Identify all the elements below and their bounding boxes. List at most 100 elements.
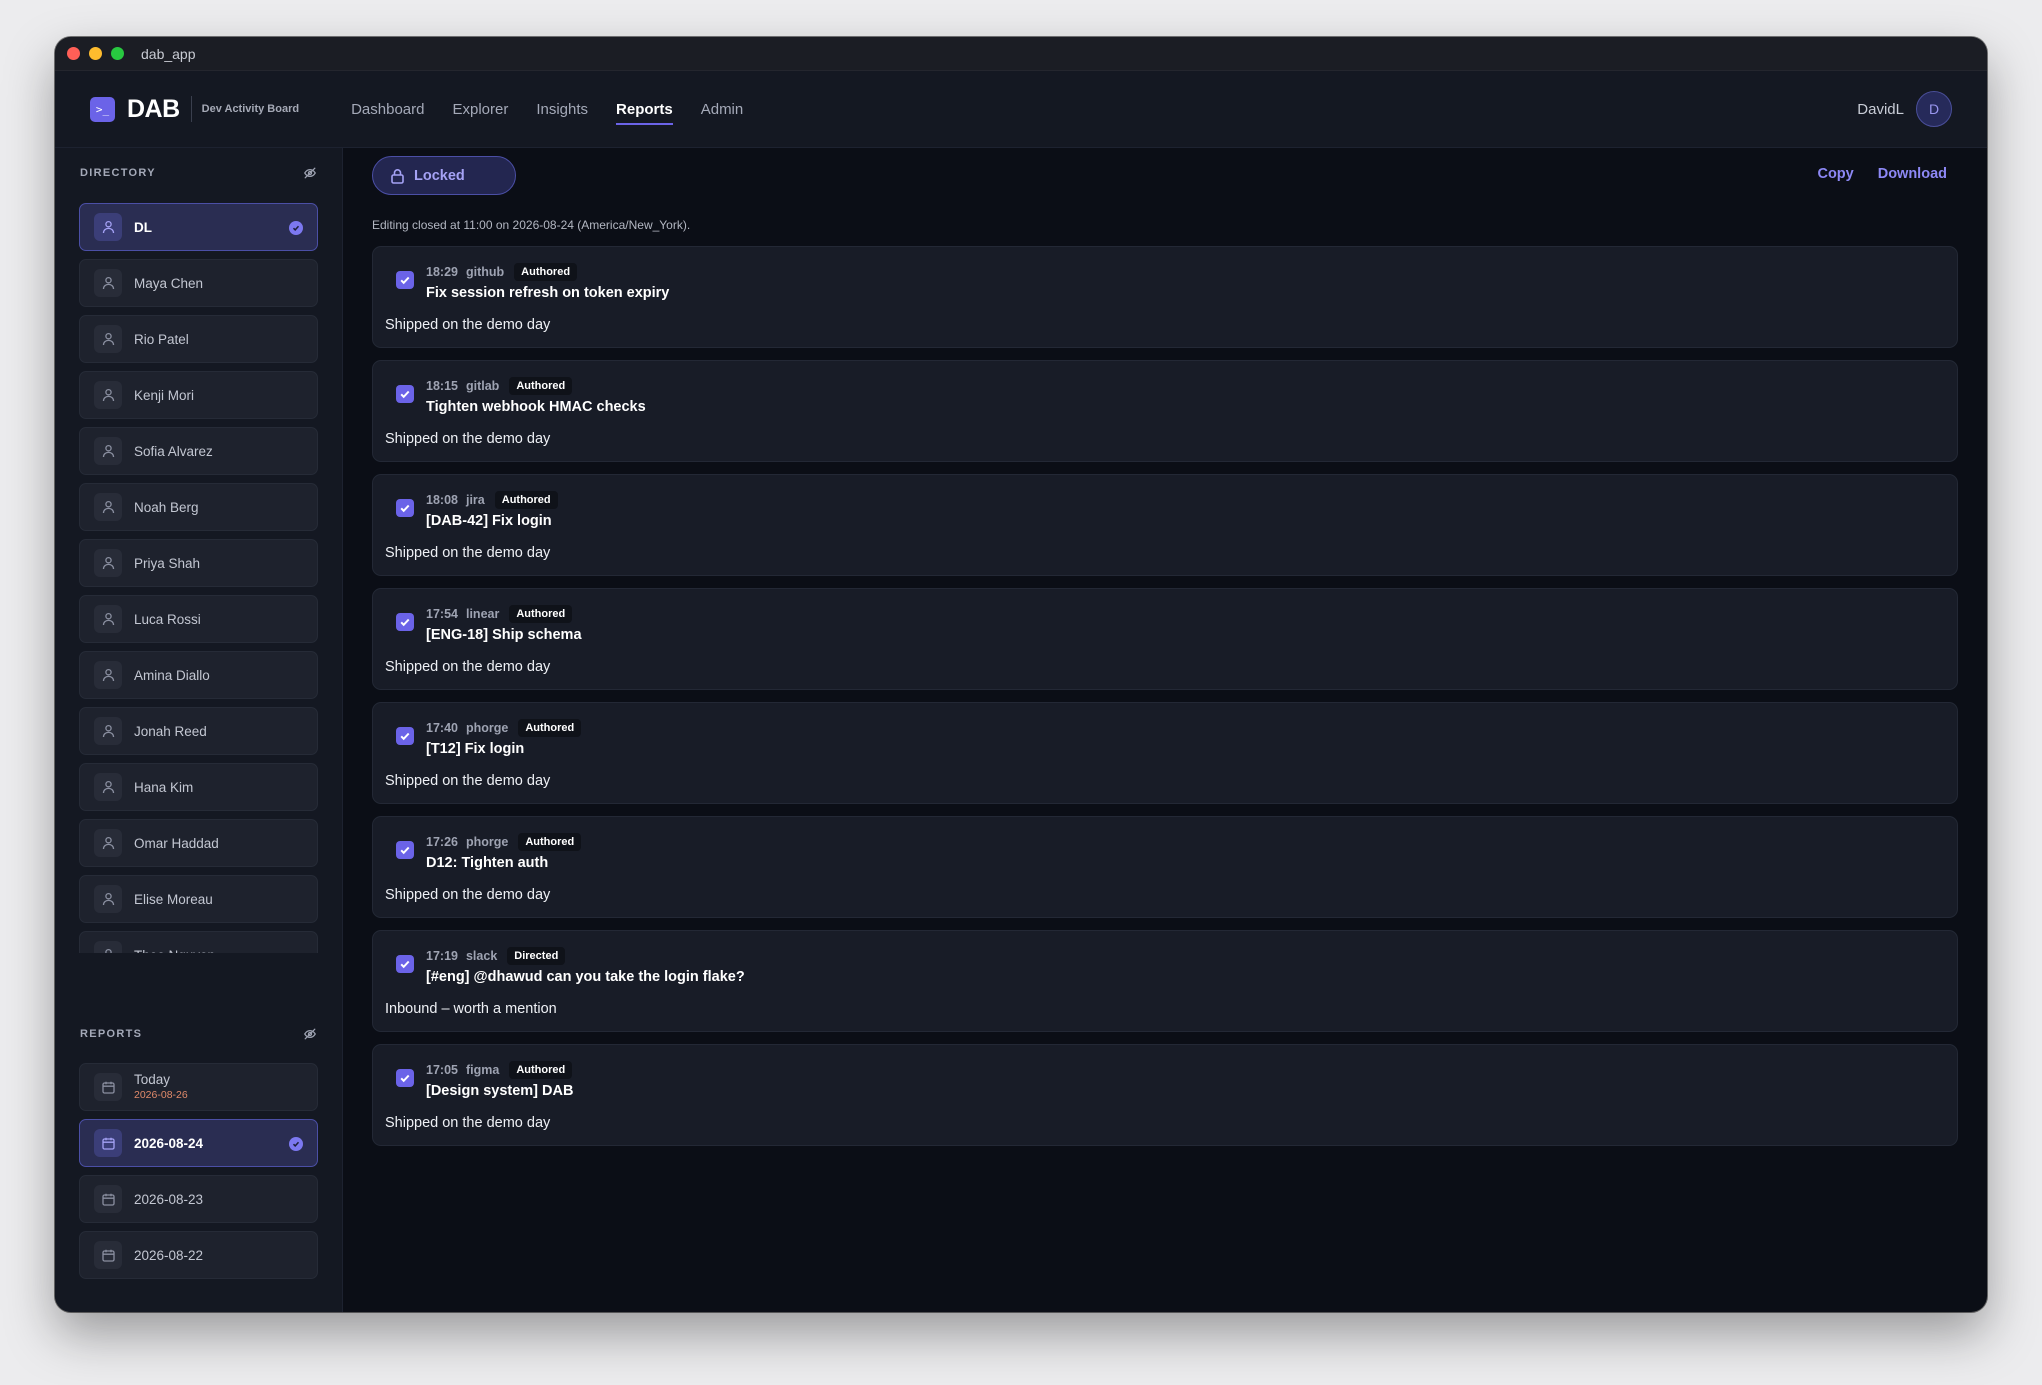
person-icon xyxy=(102,724,114,738)
entry-meta: 18:15 gitlab Authored xyxy=(426,377,573,395)
logo-divider xyxy=(190,96,192,122)
directory-item[interactable]: Hana Kim xyxy=(79,763,318,811)
nav-dashboard[interactable]: Dashboard xyxy=(351,95,424,124)
person-icon xyxy=(102,668,114,682)
entry-source: github xyxy=(465,265,505,279)
directory-item[interactable]: Luca Rossi xyxy=(79,595,318,643)
zoom-window-button[interactable] xyxy=(111,47,124,60)
download-button[interactable]: Download xyxy=(1878,166,1947,182)
person-icon xyxy=(102,556,114,570)
nav-admin[interactable]: Admin xyxy=(701,95,744,124)
entry-title: D12: Tighten auth xyxy=(426,855,549,871)
directory-item-label: Priya Shah xyxy=(134,555,201,571)
entry-checkbox[interactable] xyxy=(396,271,414,289)
directory-item[interactable]: Elise Moreau xyxy=(79,875,318,923)
entry-time: 17:54 xyxy=(426,607,458,621)
entry-card: 17:40 phorge Authored [T12] Fix login Shippe… xyxy=(372,702,1958,804)
entry-title: [DAB-42] Fix login xyxy=(426,513,552,529)
entry-time: 17:40 xyxy=(426,721,458,735)
directory-item-label: Noah Berg xyxy=(134,499,199,515)
nav-explorer[interactable]: Explorer xyxy=(452,95,508,124)
directory-item[interactable]: Maya Chen xyxy=(79,259,318,307)
entry-checkbox[interactable] xyxy=(396,841,414,859)
person-icon xyxy=(102,612,114,626)
report-item-label: 2026-08-24 xyxy=(134,1136,203,1151)
directory-item[interactable]: Omar Haddad xyxy=(79,819,318,867)
check-icon xyxy=(400,618,410,627)
report-panel: Locked Copy Download Editing closed at 1… xyxy=(343,148,1987,1312)
logo-subtitle: Dev Activity Board xyxy=(201,103,300,115)
entry-checkbox[interactable] xyxy=(396,727,414,745)
directory-item-label: Kenji Mori xyxy=(134,387,195,403)
directory-item[interactable]: Priya Shah xyxy=(79,539,318,587)
directory-item[interactable]: Sofia Alvarez xyxy=(79,427,318,475)
entry-badge: Authored xyxy=(518,833,582,851)
entry-list: 18:29 github Authored Fix session refresh o… xyxy=(372,246,1958,1158)
directory-item-label: Sofia Alvarez xyxy=(134,443,213,459)
calendar-icon xyxy=(101,1081,115,1094)
entry-title: [#eng] @dhawud can you take the login fl… xyxy=(426,969,745,985)
entry-card: 17:19 slack Directed [#eng] @dhawud can you… xyxy=(372,930,1958,1032)
app-header: >_ DAB Dev Activity Board Dashboard Explo… xyxy=(55,71,1987,148)
lock-icon xyxy=(391,168,404,184)
reports-list: Today 2026-08-26 2026-08-24 2026-08-23 2026-… xyxy=(79,1063,318,1287)
selected-check-icon xyxy=(289,221,303,235)
person-icon-wrap xyxy=(94,829,122,857)
main-nav: Dashboard Explorer Insights Reports Admin xyxy=(351,95,744,125)
check-icon xyxy=(400,732,410,741)
directory-item[interactable]: Theo Nguyen xyxy=(79,931,318,953)
entry-source: slack xyxy=(465,949,498,963)
calendar-icon-wrap xyxy=(94,1241,122,1269)
directory-item-label: Maya Chen xyxy=(134,275,204,291)
check-icon xyxy=(400,390,410,399)
minimize-window-button[interactable] xyxy=(89,47,102,60)
user-menu[interactable]: DavidL D xyxy=(1857,91,1952,127)
window-title: dab_app xyxy=(141,45,196,62)
directory-item[interactable]: DL xyxy=(79,203,318,251)
directory-item[interactable]: Amina Diallo xyxy=(79,651,318,699)
report-item[interactable]: 2026-08-23 xyxy=(79,1175,318,1223)
directory-item[interactable]: Rio Patel xyxy=(79,315,318,363)
entry-checkbox[interactable] xyxy=(396,499,414,517)
directory-item[interactable]: Jonah Reed xyxy=(79,707,318,755)
entry-checkbox[interactable] xyxy=(396,1069,414,1087)
logo-text: DAB xyxy=(127,94,180,123)
check-icon xyxy=(292,225,300,231)
report-item[interactable]: Today 2026-08-26 xyxy=(79,1063,318,1111)
calendar-icon xyxy=(101,1249,115,1262)
person-icon xyxy=(102,220,114,234)
directory-item-label: Rio Patel xyxy=(134,331,189,347)
entry-source: phorge xyxy=(465,835,509,849)
locked-button[interactable]: Locked xyxy=(372,156,516,195)
entry-badge: Directed xyxy=(507,947,566,965)
avatar[interactable]: D xyxy=(1916,91,1952,127)
person-icon xyxy=(102,780,114,794)
entry-checkbox[interactable] xyxy=(396,613,414,631)
nav-reports[interactable]: Reports xyxy=(616,95,673,125)
eye-off-icon[interactable] xyxy=(303,166,317,180)
calendar-icon-wrap xyxy=(94,1073,122,1101)
report-label: Today xyxy=(134,1072,171,1087)
entry-meta: 17:05 figma Authored xyxy=(426,1061,573,1079)
person-icon xyxy=(102,276,114,290)
entry-badge: Authored xyxy=(509,1061,573,1079)
entry-title: Fix session refresh on token expiry xyxy=(426,285,670,301)
entry-checkbox[interactable] xyxy=(396,955,414,973)
entry-note: Shipped on the demo day xyxy=(385,659,551,675)
copy-button[interactable]: Copy xyxy=(1817,166,1853,182)
reports-title: REPORTS xyxy=(80,1028,143,1040)
report-item[interactable]: 2026-08-24 xyxy=(79,1119,318,1167)
person-icon xyxy=(102,332,114,346)
directory-item[interactable]: Kenji Mori xyxy=(79,371,318,419)
directory-item-label: Luca Rossi xyxy=(134,611,201,627)
entry-time: 18:08 xyxy=(426,493,458,507)
directory-item[interactable]: Noah Berg xyxy=(79,483,318,531)
entry-note: Shipped on the demo day xyxy=(385,545,551,561)
eye-off-icon[interactable] xyxy=(303,1027,317,1041)
nav-insights[interactable]: Insights xyxy=(536,95,588,124)
report-item[interactable]: 2026-08-22 xyxy=(79,1231,318,1279)
close-window-button[interactable] xyxy=(67,47,80,60)
entry-checkbox[interactable] xyxy=(396,385,414,403)
entry-meta: 17:54 linear Authored xyxy=(426,605,573,623)
check-icon xyxy=(400,276,410,285)
